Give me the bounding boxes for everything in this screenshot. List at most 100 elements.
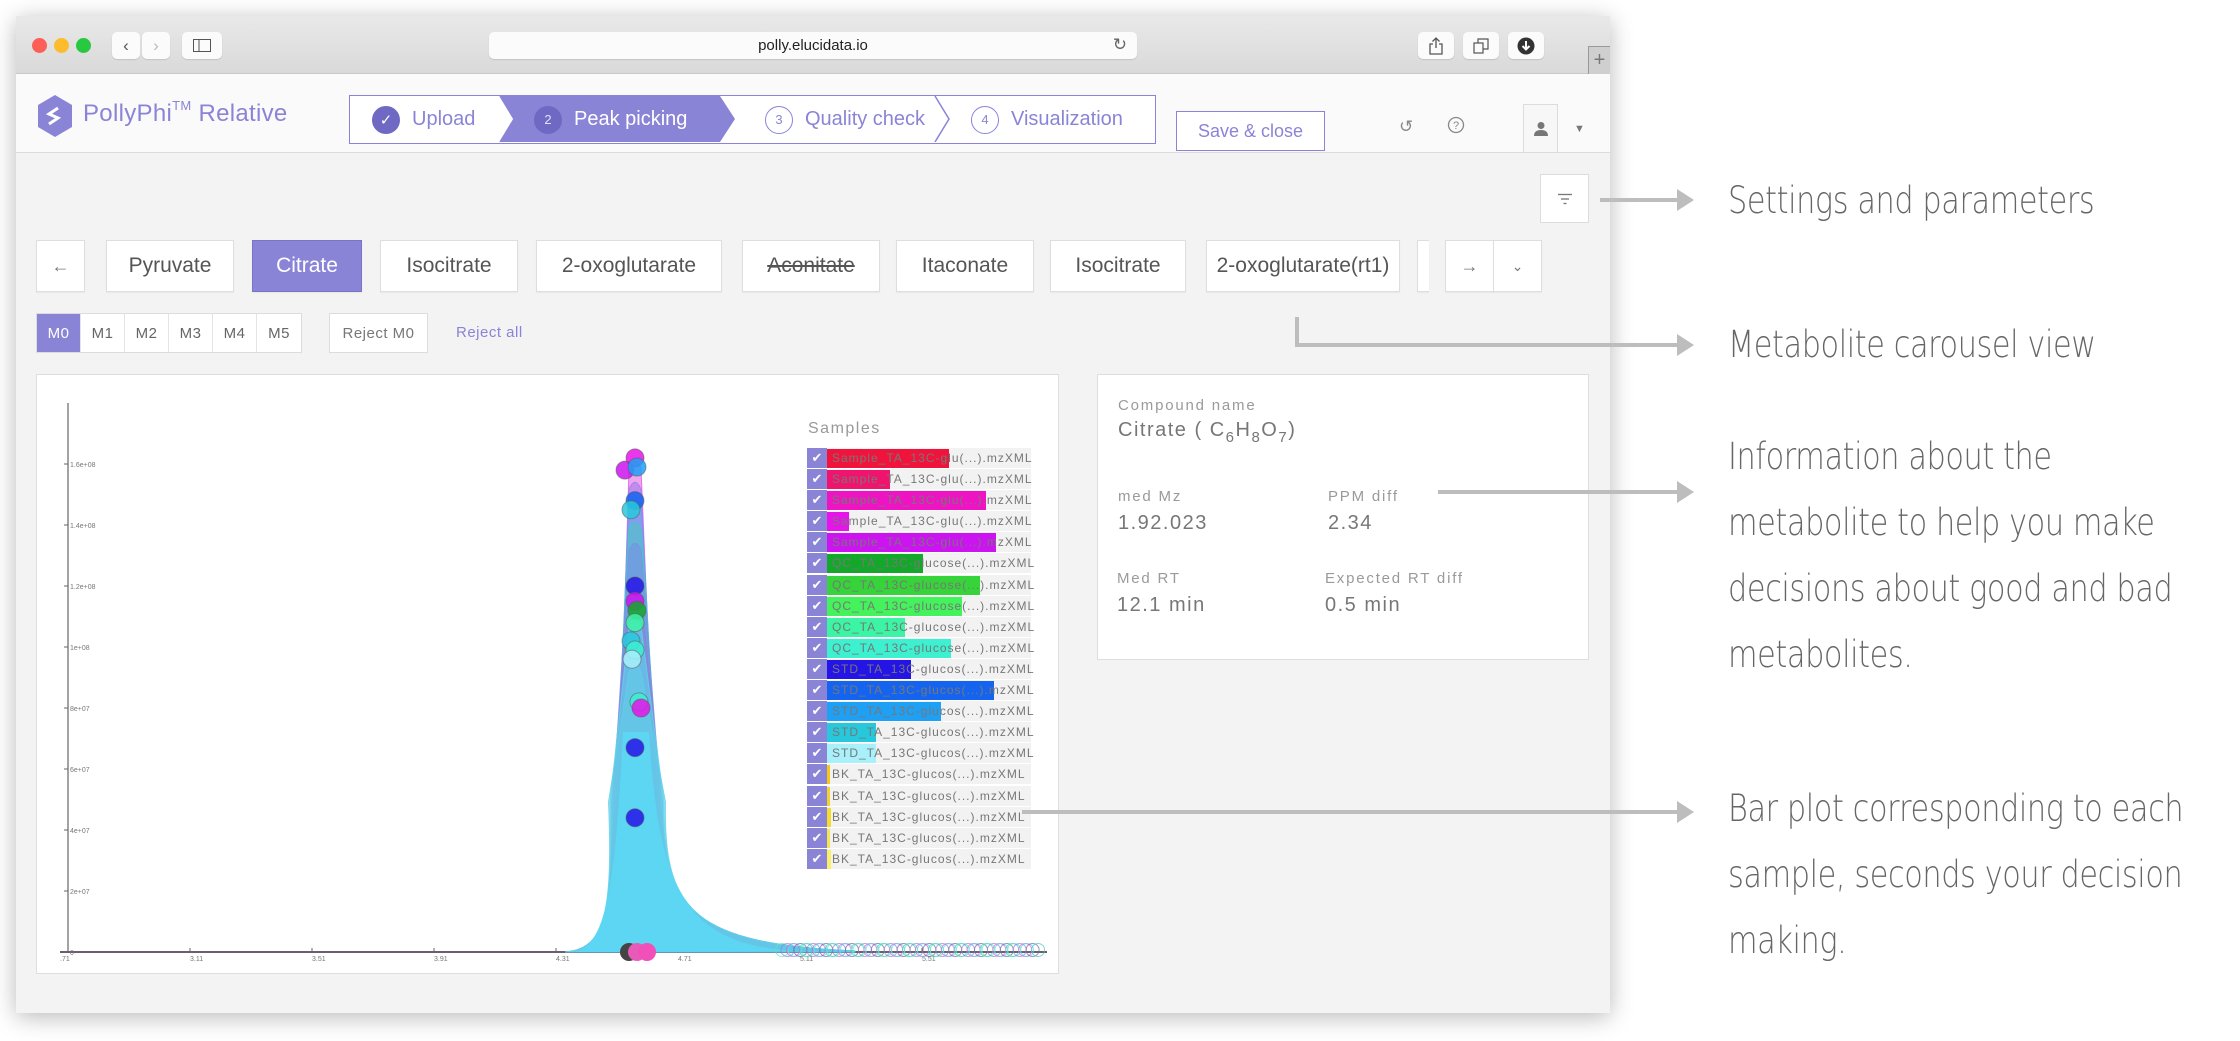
step-upload[interactable]: ✓ Upload (350, 96, 500, 143)
legend-item[interactable]: ✔ Sample_TA_13C-glu(...).mzXML (807, 448, 1033, 469)
legend-item[interactable]: ✔ QC_TA_13C-glucose(...).mzXML (807, 616, 1034, 638)
legend-item[interactable]: ✔ QC_TA_13C-glucose(...).mzXML (807, 637, 1034, 659)
help-icon[interactable]: ? (1447, 116, 1465, 139)
legend-item[interactable]: ✔ Sample_TA_13C-glu(...).mzXML (807, 469, 1032, 491)
checkbox-checked-icon[interactable]: ✔ (807, 680, 827, 701)
maximize-window-button[interactable] (76, 38, 91, 53)
checkbox-checked-icon[interactable]: ✔ (807, 511, 827, 532)
checkbox-checked-icon[interactable]: ✔ (807, 701, 827, 722)
y-tick-label: 1.6e+08 (70, 462, 96, 469)
reject-m0-button[interactable]: Reject M0 (329, 313, 428, 353)
metabolite-chip-rejected[interactable]: Aconitate (742, 240, 880, 292)
carousel-next-button[interactable]: → (1445, 240, 1494, 292)
downloads-button[interactable] (1508, 32, 1544, 59)
legend-item[interactable]: ✔ STD_TA_13C-glucos(...).mzXML (807, 701, 1034, 723)
legend-item[interactable]: ✔ Sample_TA_13C-glu(...).mzXML (807, 511, 1032, 533)
apex-point (621, 500, 641, 520)
checkbox-checked-icon[interactable]: ✔ (807, 532, 827, 553)
metabolite-chip[interactable]: 2-oxoglutarate(rt1) (1206, 240, 1400, 292)
baseline-ring-point (857, 943, 872, 957)
settings-connector (1600, 198, 1678, 202)
legend-item[interactable]: ✔ QC_TA_13C-glucose(...).mzXML (807, 553, 1034, 575)
sample-label: STD_TA_13C-glucos(...).mzXML (832, 683, 1035, 698)
metabolite-chip[interactable]: Itaconate (896, 240, 1034, 292)
carousel-connector (1295, 343, 1678, 347)
reload-icon[interactable]: ↻ (1113, 35, 1127, 55)
step-quality-check[interactable]: 3 Quality check (735, 96, 945, 143)
tab-m1[interactable]: M1 (81, 314, 125, 352)
checkbox-checked-icon[interactable]: ✔ (807, 743, 827, 764)
user-avatar-button[interactable] (1523, 104, 1558, 153)
tabs-overview-button[interactable] (1463, 32, 1499, 59)
checkbox-checked-icon[interactable]: ✔ (807, 658, 827, 679)
legend-item[interactable]: ✔ Sample_TA_13C-glu(...).mzXML (807, 490, 1032, 512)
legend-item[interactable]: ✔ BK_TA_13C-glucos(...).mzXML (807, 764, 1031, 786)
user-menu-caret-icon[interactable]: ▼ (1574, 123, 1585, 135)
legend-item[interactable]: ✔ QC_TA_13C-glucose(...).mzXML (807, 574, 1034, 596)
tab-m3[interactable]: M3 (169, 314, 213, 352)
checkbox-checked-icon[interactable]: ✔ (807, 827, 827, 848)
sample-label: Sample_TA_13C-glu(...).mzXML (832, 451, 1033, 465)
metabolite-chip-active[interactable]: Citrate (252, 240, 362, 292)
checkbox-checked-icon[interactable]: ✔ (807, 469, 827, 490)
step-peak-picking[interactable]: 2 Peak picking (500, 96, 735, 143)
x-tick-label: 3.11 (190, 956, 203, 963)
checkbox-checked-icon[interactable]: ✔ (807, 785, 827, 806)
baseline-ring-point (896, 943, 911, 957)
checkbox-checked-icon[interactable]: ✔ (807, 553, 827, 574)
legend-item[interactable]: ✔ BK_TA_13C-glucos(...).mzXML (807, 806, 1031, 828)
tab-m0[interactable]: M0 (37, 314, 81, 352)
step-visualization[interactable]: 4 Visualization (945, 96, 1155, 143)
checkbox-checked-icon[interactable]: ✔ (807, 616, 827, 637)
sidebar-toggle-button[interactable] (182, 32, 222, 59)
legend-item[interactable]: ✔ BK_TA_13C-glucos(...).mzXML (807, 785, 1031, 807)
legend-item[interactable]: ✔ STD_TA_13C-glucos(...).mzXML (807, 680, 1034, 702)
checkbox-checked-icon[interactable]: ✔ (807, 848, 827, 869)
legend-item[interactable]: ✔ Sample_TA_13C-glu(...).mzXML (807, 532, 1032, 554)
share-button[interactable] (1418, 32, 1454, 59)
barplot-arrowhead-icon (1677, 801, 1694, 823)
checkbox-checked-icon[interactable]: ✔ (807, 490, 827, 511)
legend-item[interactable]: ✔ QC_TA_13C-glucose(...).mzXML (807, 595, 1034, 617)
settings-parameters-button[interactable] (1540, 174, 1589, 223)
metabolite-label: 2-oxoglutarate (561, 254, 697, 277)
checkbox-checked-icon[interactable]: ✔ (807, 448, 827, 468)
metabolite-chip-partial[interactable] (1417, 240, 1429, 292)
tab-m2[interactable]: M2 (125, 314, 169, 352)
checkbox-checked-icon[interactable]: ✔ (807, 637, 827, 658)
tab-m5[interactable]: M5 (257, 314, 301, 352)
step-label: Quality check (805, 108, 926, 130)
legend-item[interactable]: ✔ STD_TA_13C-glucos(...).mzXML (807, 743, 1034, 765)
metabolite-chip[interactable]: Isocitrate (380, 240, 518, 292)
step-label: Visualization (1011, 108, 1123, 130)
carousel-dropdown-button[interactable]: ⌄ (1493, 240, 1542, 292)
sample-label: STD_TA_13C-glucos(...).mzXML (832, 704, 1035, 719)
formula-o-count: 7 (1278, 429, 1289, 446)
metabolite-chip[interactable]: 2-oxoglutarate (536, 240, 722, 292)
checkbox-checked-icon[interactable]: ✔ (807, 806, 827, 827)
new-tab-button[interactable]: + (1588, 46, 1610, 74)
reject-all-link[interactable]: Reject all (456, 324, 523, 341)
legend-item[interactable]: ✔ STD_TA_13C-glucos(...).mzXML (807, 722, 1034, 744)
checkbox-checked-icon[interactable]: ✔ (807, 764, 827, 785)
metabolite-chip[interactable]: Pyruvate (106, 240, 234, 292)
metabolite-label: Isocitrate (406, 254, 492, 277)
legend-item[interactable]: ✔ STD_TA_13C-glucos(...).mzXML (807, 658, 1034, 680)
address-bar[interactable]: polly.elucidata.io ↻ (489, 32, 1137, 59)
app-brand: PollyPhiTM Relative (83, 98, 288, 128)
legend-item[interactable]: ✔ BK_TA_13C-glucos(...).mzXML (807, 827, 1031, 849)
minimize-window-button[interactable] (54, 38, 69, 53)
checkbox-checked-icon[interactable]: ✔ (807, 574, 827, 595)
carousel-prev-button[interactable]: ← (36, 240, 85, 292)
close-window-button[interactable] (32, 38, 47, 53)
history-icon[interactable]: ↺ (1399, 117, 1413, 137)
browser-toolbar: ‹ › polly.elucidata.io ↻ + (16, 16, 1610, 74)
legend-item[interactable]: ✔ BK_TA_13C-glucos(...).mzXML (807, 848, 1031, 870)
save-close-button[interactable]: Save & close (1176, 111, 1325, 151)
tab-m4[interactable]: M4 (213, 314, 257, 352)
checkbox-checked-icon[interactable]: ✔ (807, 722, 827, 743)
back-button[interactable]: ‹ (112, 32, 140, 59)
metabolite-chip[interactable]: Isocitrate (1050, 240, 1186, 292)
forward-button[interactable]: › (142, 32, 170, 59)
checkbox-checked-icon[interactable]: ✔ (807, 595, 827, 616)
